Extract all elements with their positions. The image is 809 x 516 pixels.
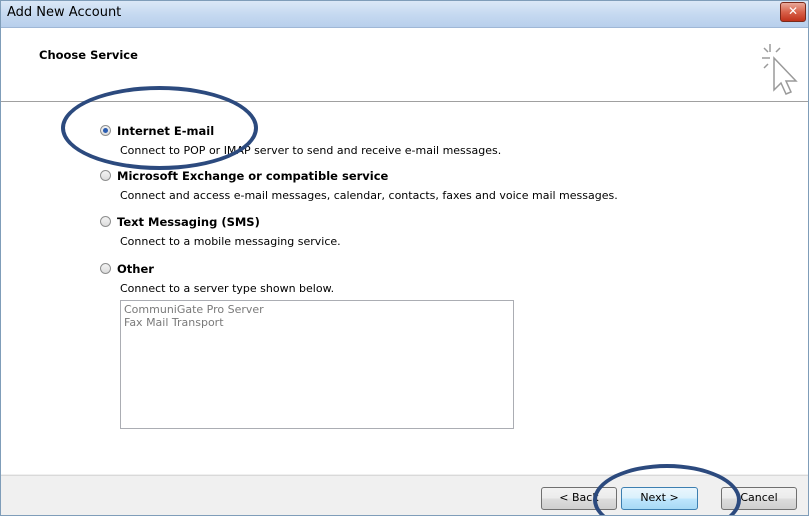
list-item[interactable]: CommuniGate Pro Server	[124, 303, 510, 316]
button-bar: < Back Next > Cancel	[1, 475, 808, 515]
title-bar: Add New Account ✕	[1, 1, 808, 28]
page-title: Choose Service	[39, 48, 138, 62]
service-options-panel: Internet E-mail Connect to POP or IMAP s…	[1, 102, 808, 474]
window-title: Add New Account	[7, 5, 122, 20]
radio-internet-email[interactable]	[100, 125, 111, 136]
option-description: Connect to a server type shown below.	[120, 282, 335, 295]
option-internet-email[interactable]: Internet E-mail	[100, 124, 214, 138]
option-description: Connect and access e-mail messages, cale…	[120, 189, 618, 202]
list-item[interactable]: Fax Mail Transport	[124, 316, 510, 329]
radio-microsoft-exchange[interactable]	[100, 170, 111, 181]
radio-text-messaging[interactable]	[100, 216, 111, 227]
option-description: Connect to POP or IMAP server to send an…	[120, 144, 502, 157]
option-microsoft-exchange[interactable]: Microsoft Exchange or compatible service	[100, 169, 388, 183]
option-text-messaging[interactable]: Text Messaging (SMS)	[100, 215, 260, 229]
cancel-button[interactable]: Cancel	[721, 487, 797, 510]
close-button[interactable]: ✕	[780, 2, 806, 22]
header-panel: Choose Service	[1, 28, 808, 102]
radio-other[interactable]	[100, 263, 111, 274]
option-other[interactable]: Other	[100, 262, 154, 276]
back-button[interactable]: < Back	[541, 487, 617, 510]
close-icon: ✕	[787, 4, 799, 18]
add-new-account-dialog: Add New Account ✕ Choose Service Interne…	[0, 0, 809, 516]
next-button[interactable]: Next >	[621, 487, 698, 510]
wizard-cursor-icon	[762, 44, 798, 95]
option-label: Internet E-mail	[117, 124, 215, 138]
option-label: Text Messaging (SMS)	[117, 215, 260, 229]
option-label: Other	[117, 262, 154, 276]
server-type-list[interactable]: CommuniGate Pro Server Fax Mail Transpor…	[120, 300, 514, 429]
option-description: Connect to a mobile messaging service.	[120, 235, 341, 248]
option-label: Microsoft Exchange or compatible service	[117, 169, 389, 183]
